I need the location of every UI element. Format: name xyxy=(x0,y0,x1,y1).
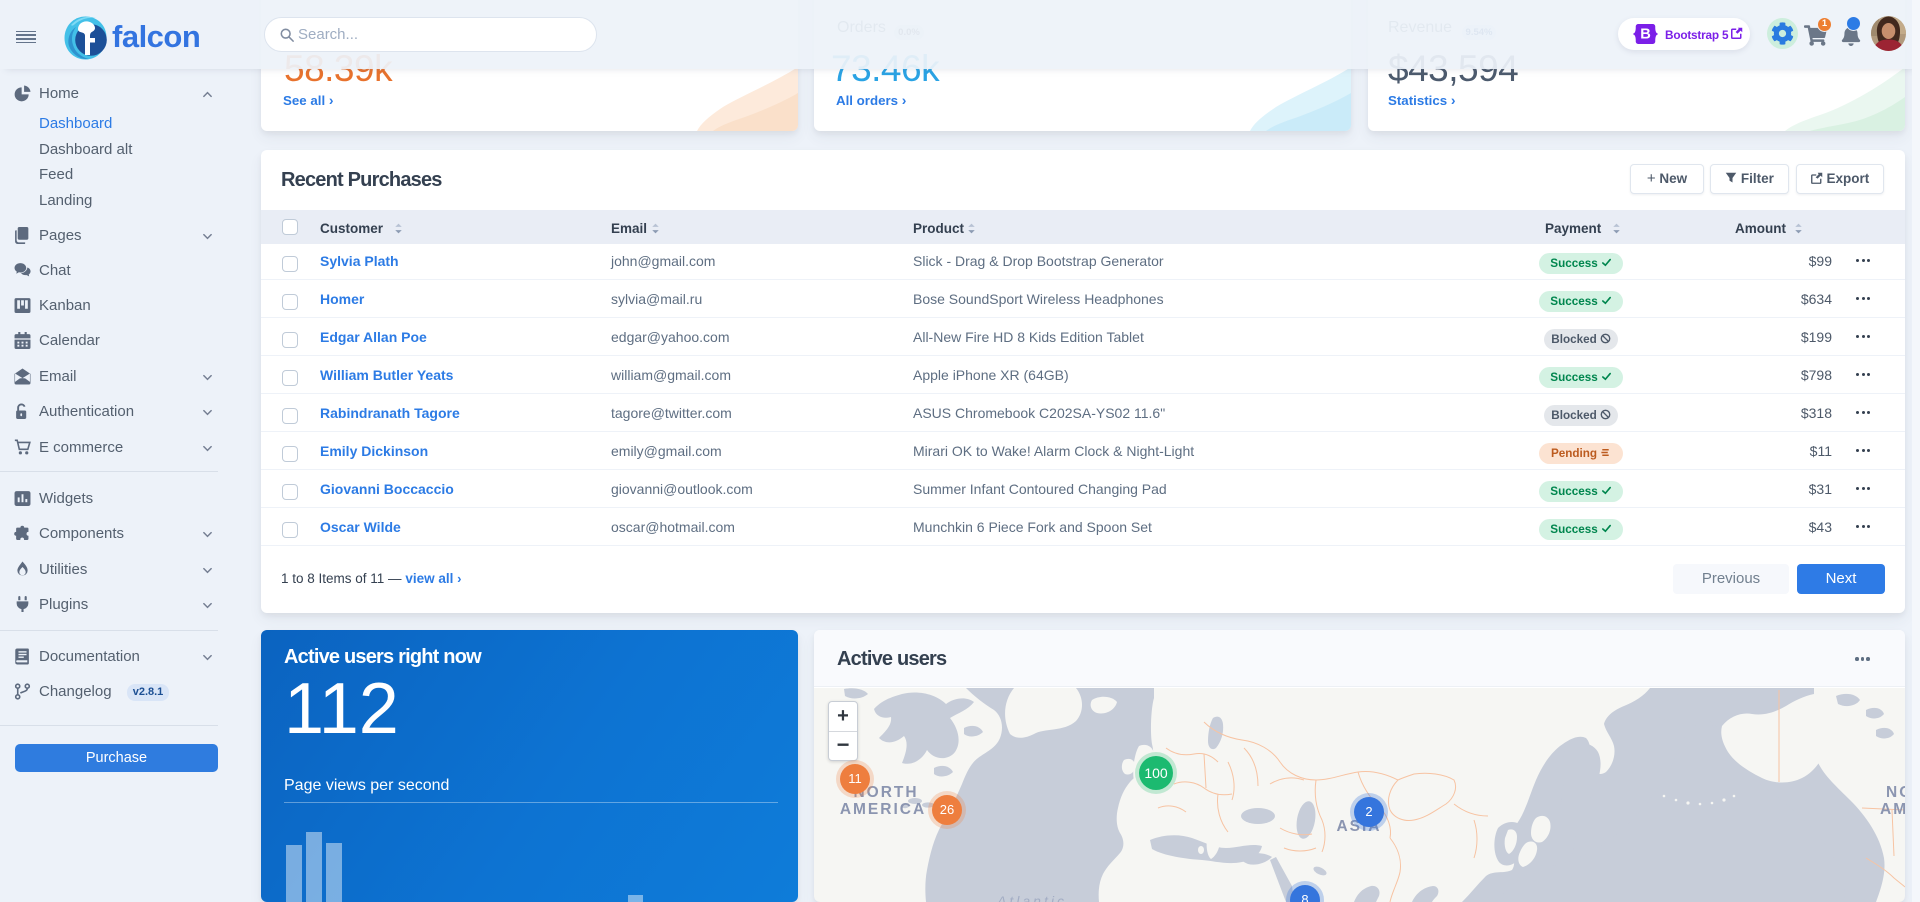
svg-text:B: B xyxy=(1640,27,1651,43)
svg-text:AMERICA: AMERICA xyxy=(840,801,926,818)
svg-text:NO: NO xyxy=(1886,784,1905,801)
svg-text:AME: AME xyxy=(1880,801,1905,818)
svg-text:Atlantic: Atlantic xyxy=(996,893,1067,902)
